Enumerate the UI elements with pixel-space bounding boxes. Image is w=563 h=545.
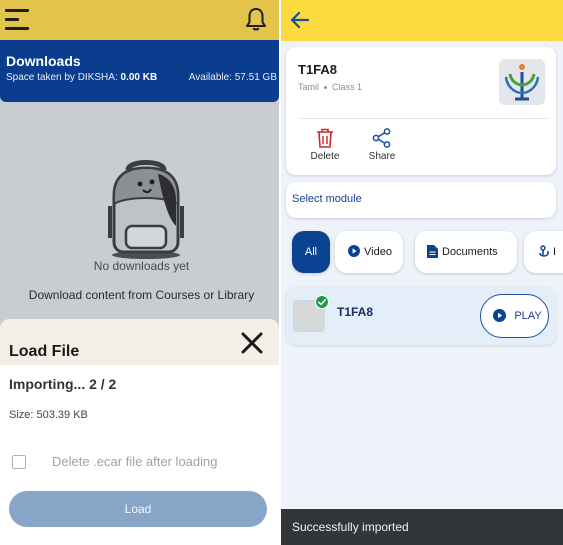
downloads-summary: Downloads Space taken by DIKSHA: 0.00 KB… [0,40,279,102]
share-label: Share [368,151,396,162]
filter-all-label: All [304,246,318,258]
downloaded-check-icon [315,295,329,309]
hamburger-menu-icon[interactable] [5,9,29,31]
filter-video-label: Video [364,246,392,258]
app-header [0,0,279,40]
close-icon[interactable] [240,331,264,355]
load-file-sheet: Load File Importing... 2 / 2 Size: 503.3… [0,319,279,545]
bell-icon[interactable] [244,7,268,33]
delete-ecar-label: Delete .ecar file after loading [52,454,218,469]
space-taken: Space taken by DIKSHA: 0.00 KB [6,72,157,83]
sheet-title: Load File [9,343,80,360]
select-module-dropdown[interactable]: Select module [286,182,556,218]
empty-state-message: No downloads yet [93,259,190,273]
share-icon [372,128,391,148]
play-circle-icon [493,309,506,322]
sheet-header: Load File [0,319,279,365]
back-arrow-icon[interactable] [290,10,310,30]
content-details-screen: T1FA8 Tamil Class 1 Delete Share Select … [281,0,563,545]
file-size: Size: 503.39 KB [9,409,88,421]
filter-documents-label: Documents [442,246,498,258]
delete-ecar-checkbox[interactable] [12,455,26,469]
split-screen: Downloads Space taken by DIKSHA: 0.00 KB… [0,0,563,545]
filter-interactive-label: I [553,246,557,258]
content-meta: Tamil Class 1 [298,82,362,92]
space-taken-label: Space taken by DIKSHA: [6,72,118,83]
touch-icon [539,244,549,257]
card-divider [298,118,550,119]
filter-chip-interactive[interactable]: I [524,231,563,273]
backpack-illustration [108,160,184,259]
delete-action[interactable]: Delete [305,127,345,162]
play-circle-icon [348,245,360,258]
snackbar: Successfully imported [281,509,563,545]
filter-chip-all[interactable]: All [292,231,330,273]
import-status: Importing... 2 / 2 [9,376,117,392]
trash-icon [317,128,333,148]
document-icon [427,244,438,258]
content-class: Class 1 [332,82,363,92]
diksha-logo [499,59,545,105]
play-button[interactable]: PLAY [480,294,549,338]
downloads-screen: Downloads Space taken by DIKSHA: 0.00 KB… [0,0,279,545]
content-language: Tamil [298,82,320,92]
load-button[interactable]: Load [9,491,267,527]
filter-chip-documents[interactable]: Documents [415,231,517,273]
empty-state-hint: Download content from Courses or Library [28,288,255,302]
share-action[interactable]: Share [362,127,402,162]
content-item[interactable]: T1FA8 PLAY [286,287,556,345]
select-module-label: Select module [292,193,362,205]
play-label: PLAY [514,309,542,322]
content-title: T1FA8 [298,62,338,77]
item-title: T1FA8 [337,305,374,319]
available-space: Available: 57.51 GB [188,72,277,83]
content-card: T1FA8 Tamil Class 1 Delete Share [286,47,556,175]
space-taken-value: 0.00 KB [120,72,158,83]
filter-chip-video[interactable]: Video [335,231,403,273]
downloads-title: Downloads [6,53,81,69]
details-header [281,0,563,41]
delete-label: Delete [310,151,340,162]
